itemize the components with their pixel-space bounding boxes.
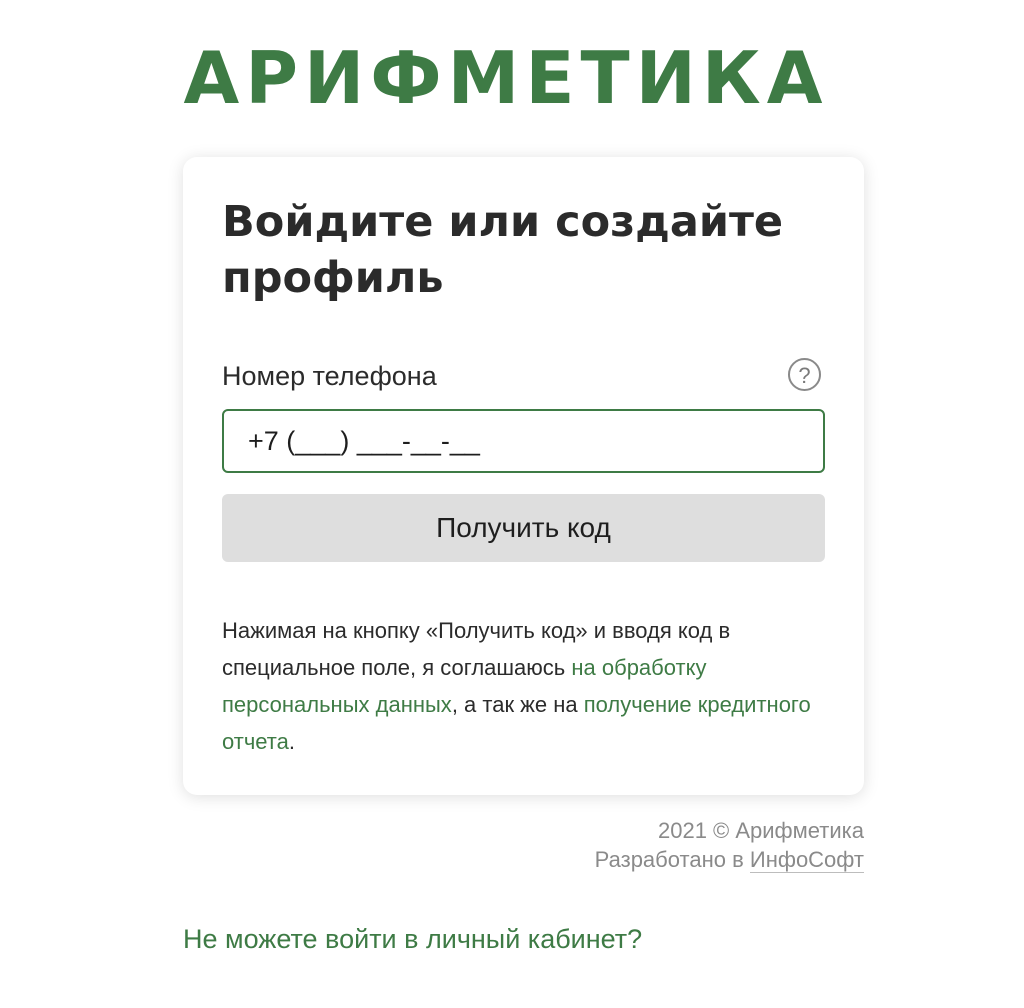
help-icon[interactable]: ? xyxy=(788,358,821,391)
phone-field-label: Номер телефона xyxy=(222,361,437,391)
consent-text: Нажимая на кнопку «Получить код» и вводя… xyxy=(222,612,822,760)
developer-link[interactable]: ИнфоСофт xyxy=(749,847,864,873)
footer-copyright-block: 2021 © Арифметика Разработано в ИнфоСофт xyxy=(595,816,864,874)
phone-input[interactable] xyxy=(222,409,825,473)
cant-login-link[interactable]: Не можете войти в личный кабинет? xyxy=(183,921,642,957)
consent-text-part-2: , а так же на xyxy=(451,692,584,717)
developed-by: Разработано в ИнфоСофт xyxy=(595,845,864,874)
login-page: АРИФМЕТИКА Войдите или создайте профиль … xyxy=(0,0,1024,1008)
get-code-button[interactable]: Получить код xyxy=(222,494,825,562)
copyright-text: 2021 © Арифметика xyxy=(657,818,864,843)
developed-by-label: Разработано в xyxy=(594,847,750,872)
page-title: Войдите или создайте профиль xyxy=(222,197,784,303)
logo: АРИФМЕТИКА xyxy=(183,36,829,120)
consent-text-part-3: . xyxy=(288,729,295,754)
